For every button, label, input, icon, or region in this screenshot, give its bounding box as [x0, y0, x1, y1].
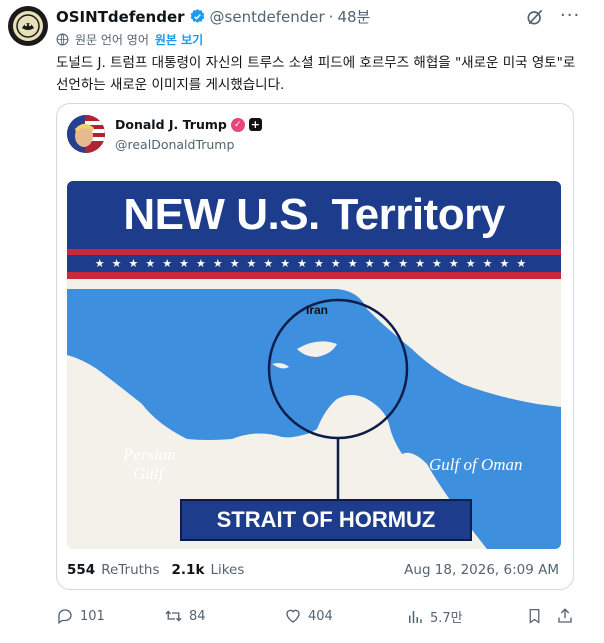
translation-row: 원문 언어 영어 원본 보기	[56, 31, 203, 48]
retruths-label: ReTruths	[101, 562, 160, 578]
share-icon[interactable]	[556, 607, 574, 625]
repost-button[interactable]: 84	[164, 607, 206, 625]
label-gulf-of-oman: Gulf of Oman	[429, 455, 523, 474]
reply-button[interactable]: 101	[56, 607, 105, 625]
post-time[interactable]: 48분	[337, 6, 370, 27]
pink-verified-icon: ✓	[230, 117, 245, 132]
red-stripe-bottom	[67, 272, 561, 279]
label-strait: STRAIT OF HORMUZ	[180, 499, 472, 541]
territory-graphic[interactable]: NEW U.S. Territory ★★★★★★★★★★★★★★★★★★★★★…	[67, 181, 561, 549]
quoted-author-handle[interactable]: @realDonaldTrump	[115, 137, 234, 152]
show-original-link[interactable]: 원본 보기	[155, 31, 203, 48]
star-strip: ★★★★★★★★★★★★★★★★★★★★★★★★★★	[67, 255, 561, 272]
quoted-author-avatar[interactable]	[67, 115, 105, 153]
repost-icon	[164, 607, 183, 625]
likes-label: Likes	[210, 562, 245, 578]
author-handle[interactable]: @sentdefender	[210, 8, 325, 26]
quoted-stats: 554 ReTruths 2.1k Likes	[67, 562, 244, 578]
separator-dot: ·	[328, 7, 334, 26]
views-count: 5.7만	[430, 611, 463, 626]
like-count: 404	[308, 608, 333, 624]
views-icon	[406, 608, 424, 626]
quoted-author-name[interactable]: Donald J. Trump	[115, 117, 227, 132]
reply-icon	[56, 607, 74, 625]
plus-icon: +	[248, 118, 262, 131]
post: OSINTdefender @sentdefender · 48분 ··· 원문…	[0, 0, 604, 643]
reply-count: 101	[80, 608, 105, 624]
translation-note: 원문 언어 영어	[75, 33, 149, 47]
label-persian-gulf-line1: Persian	[123, 445, 176, 464]
verified-badge-icon	[189, 8, 206, 25]
author-name[interactable]: OSINTdefender	[56, 8, 185, 26]
post-text: 도널드 J. 트럼프 대통령이 자신의 트루스 소셜 피드에 호르무즈 해협을 …	[56, 55, 576, 93]
more-icon[interactable]: ···	[560, 5, 580, 26]
bookmark-icon[interactable]	[526, 607, 543, 625]
grok-icon[interactable]	[525, 7, 545, 27]
like-button[interactable]: 404	[284, 607, 333, 625]
label-persian-gulf-line2: Gulf	[133, 464, 164, 483]
quoted-name-row: Donald J. Trump ✓ +	[115, 117, 262, 132]
action-bar: 101 84 404 5.7만	[56, 607, 576, 629]
quoted-date: Aug 18, 2026, 6:09 AM	[404, 562, 559, 578]
banner-title: NEW U.S. Territory	[67, 181, 561, 249]
label-iran: Iran	[306, 303, 329, 317]
likes-count: 2.1k	[171, 562, 205, 578]
like-icon	[284, 607, 302, 625]
repost-count: 84	[189, 608, 206, 624]
label-persian-gulf: Persian Gulf	[123, 445, 176, 483]
quoted-post[interactable]: Donald J. Trump ✓ + @realDonaldTrump NEW…	[56, 103, 574, 590]
author-avatar[interactable]	[8, 6, 48, 46]
translate-icon	[56, 33, 69, 46]
post-header: OSINTdefender @sentdefender · 48분	[56, 6, 370, 27]
retruths-count: 554	[67, 562, 96, 578]
views-button[interactable]: 5.7만	[406, 607, 463, 626]
